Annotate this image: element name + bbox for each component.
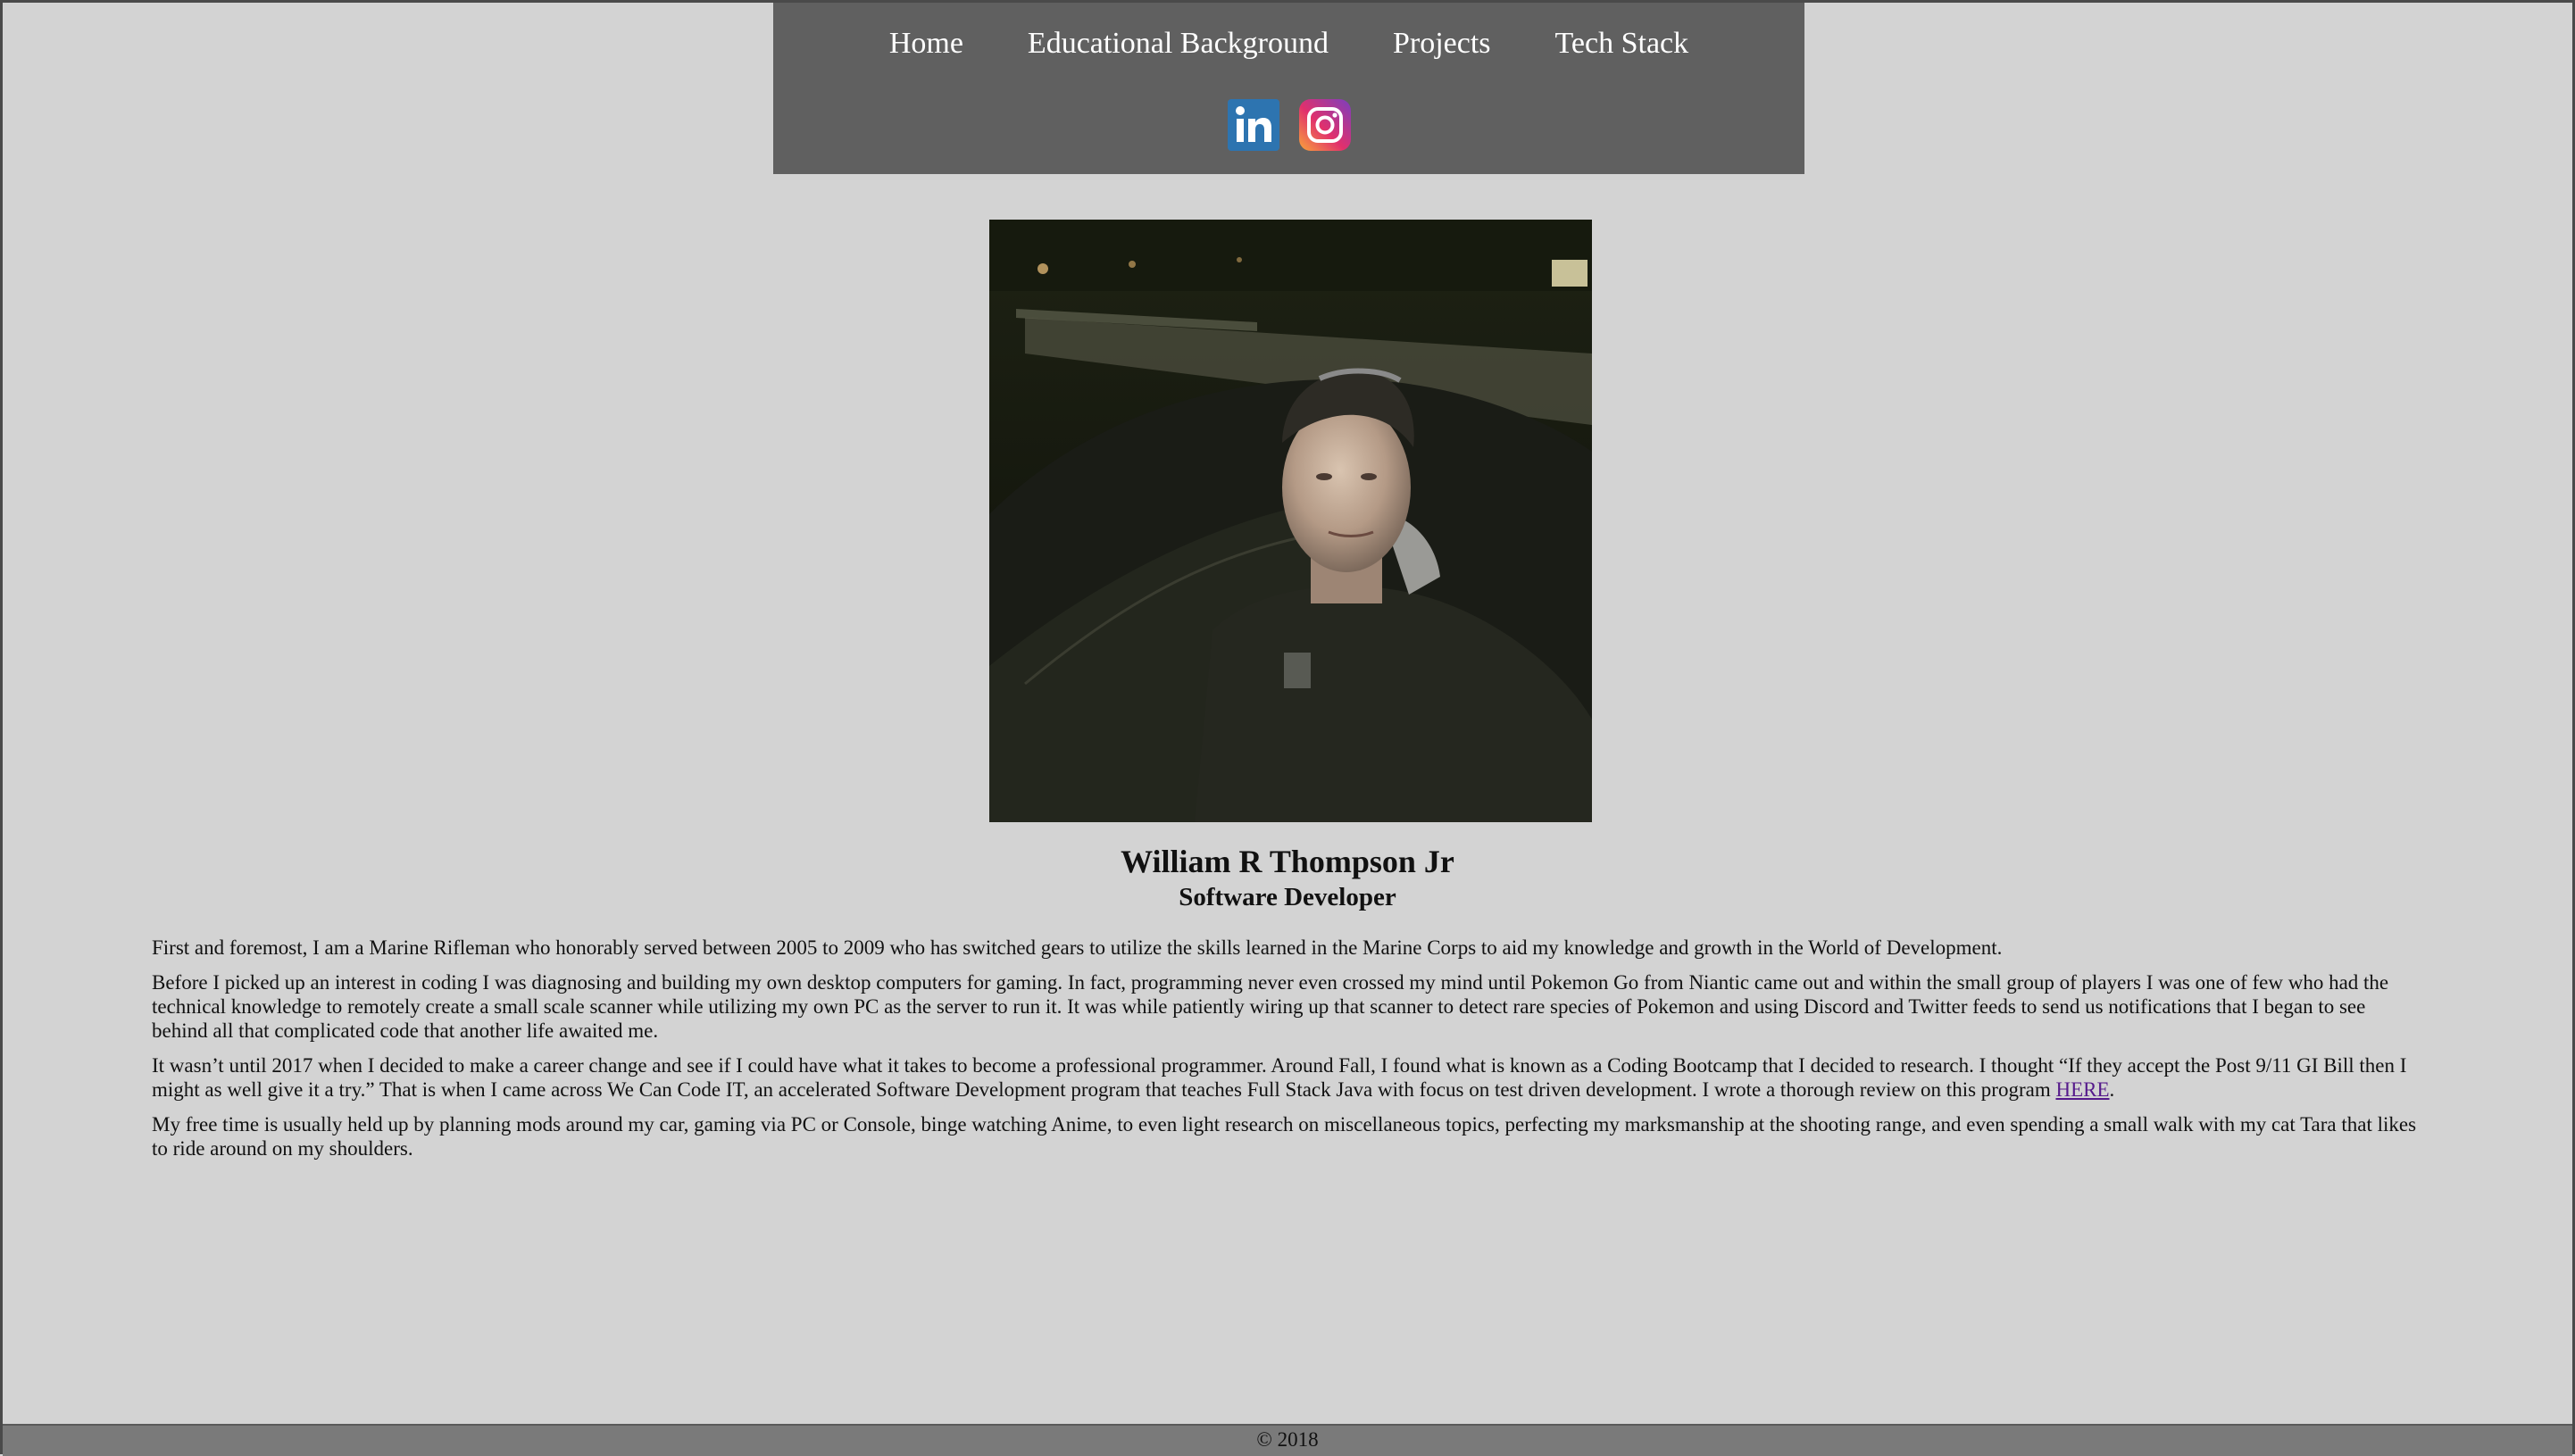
social-links — [773, 99, 1804, 151]
linkedin-icon — [1227, 99, 1279, 151]
identity-block: William R Thompson Jr Software Developer — [3, 842, 2572, 913]
instagram-link[interactable] — [1298, 99, 1351, 151]
bio-paragraph-3: It wasn’t until 2017 when I decided to m… — [152, 1053, 2424, 1102]
bio-paragraph-3-end: . — [2109, 1078, 2115, 1101]
instagram-icon — [1298, 99, 1351, 151]
copyright-text: © 2018 — [1256, 1428, 1319, 1451]
bio-paragraph-4: My free time is usually held up by plann… — [152, 1113, 2417, 1160]
nav-link-home[interactable]: Home — [889, 24, 963, 63]
person-name: William R Thompson Jr — [1121, 844, 1454, 879]
top-navigation: Home Educational Background Projects Tec… — [773, 3, 1804, 174]
nav-link-projects[interactable]: Projects — [1393, 24, 1491, 63]
review-link[interactable]: HERE — [2055, 1078, 2109, 1101]
nav-link-educational-background[interactable]: Educational Background — [1028, 24, 1329, 63]
nav-link-tech-stack[interactable]: Tech Stack — [1555, 24, 1689, 63]
bio-paragraph-1: First and foremost, I am a Marine Riflem… — [152, 936, 2003, 959]
linkedin-link[interactable] — [1227, 99, 1279, 151]
nav-links: Home Educational Background Projects Tec… — [773, 24, 1804, 63]
person-role: Software Developer — [1179, 883, 1396, 911]
bio-section: First and foremost, I am a Marine Riflem… — [152, 936, 2424, 1171]
footer: © 2018 — [3, 1424, 2572, 1456]
profile-photo — [989, 220, 1592, 822]
bio-paragraph-2: Before I picked up an interest in coding… — [152, 971, 2389, 1042]
